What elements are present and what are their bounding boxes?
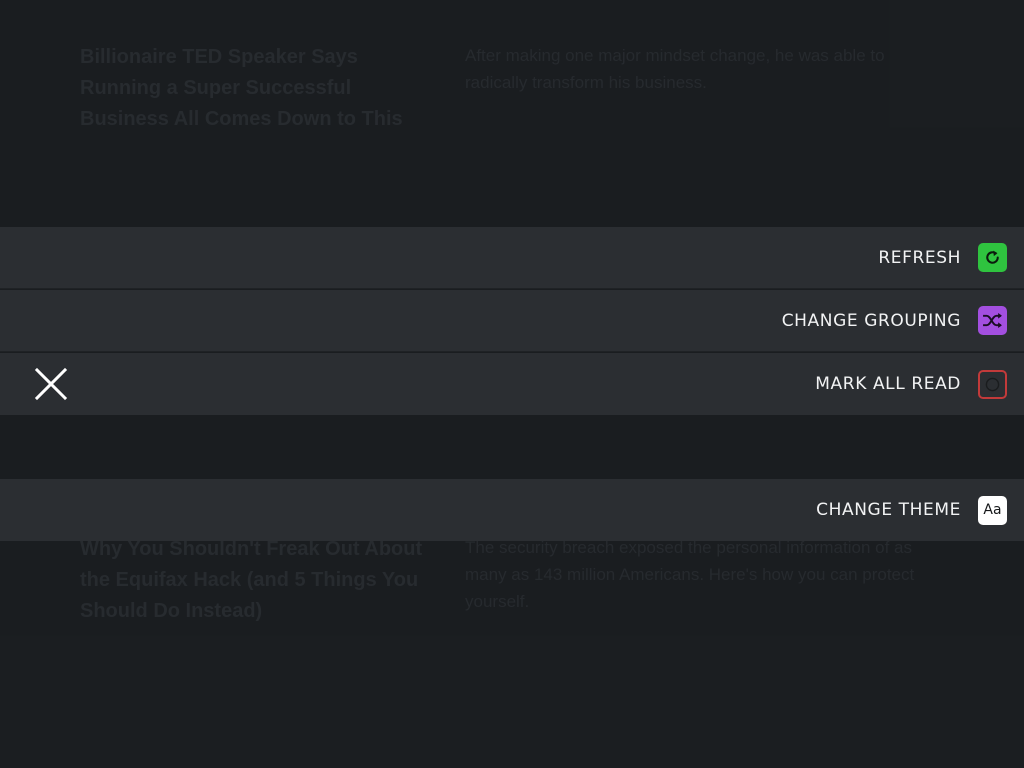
close-icon [34,367,68,401]
circle-icon [978,369,1007,399]
change-grouping-menu-item[interactable]: CHANGE GROUPING [0,290,1024,352]
menu-item-label: CHANGE THEME [816,500,961,520]
refresh-icon [978,243,1007,272]
menu-item-label: REFRESH [878,247,961,268]
mark-all-read-menu-item[interactable]: MARK ALL READ [0,353,1024,415]
close-button[interactable] [30,353,72,415]
menu-item-label: CHANGE GROUPING [781,310,961,331]
refresh-menu-item[interactable]: REFRESH [0,227,1024,289]
shuffle-icon [978,306,1007,335]
change-theme-menu-item[interactable]: CHANGE THEME Aa [0,479,1024,541]
font-icon: Aa [978,495,1007,525]
menu-item-label: MARK ALL READ [815,374,961,394]
